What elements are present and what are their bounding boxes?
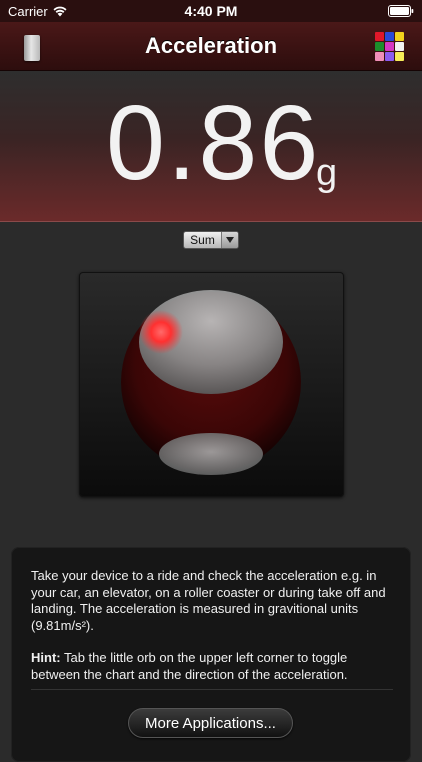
orb-bottom-highlight: [159, 433, 263, 475]
color-grid-cell: [395, 52, 404, 61]
color-grid-cell: [385, 42, 394, 51]
hint-text: Hint: Tab the little orb on the upper le…: [31, 650, 397, 683]
color-grid-cell: [385, 52, 394, 61]
status-left: Carrier: [8, 4, 67, 19]
triangle-down-icon: [221, 232, 238, 248]
more-applications-button[interactable]: More Applications...: [128, 708, 293, 738]
color-grid-cell: [375, 42, 384, 51]
color-grid-icon[interactable]: [375, 32, 405, 62]
mode-select[interactable]: Sum: [183, 231, 239, 249]
hint-label: Hint:: [31, 650, 61, 665]
mode-select-label: Sum: [190, 233, 215, 247]
info-divider: [31, 689, 393, 690]
color-grid-cell: [395, 32, 404, 41]
orb-indicator-dot: [139, 310, 183, 354]
battery-icon: [388, 5, 414, 17]
page-title: Acceleration: [144, 33, 278, 58]
orb-panel[interactable]: [79, 272, 344, 497]
orb-graphic: [121, 290, 301, 475]
acceleration-unit: g: [316, 152, 338, 194]
acceleration-value: 0.86: [106, 84, 321, 202]
color-grid-cell: [375, 52, 384, 61]
status-bar: Carrier 4:40 PM: [0, 0, 422, 22]
nav-bar: Acceleration: [0, 22, 422, 71]
carrier-label: Carrier: [8, 3, 48, 19]
wifi-icon: [53, 6, 67, 16]
color-grid-cell: [385, 32, 394, 41]
value-panel: 0.86 g: [0, 71, 422, 222]
color-grid-cell: [395, 42, 404, 51]
info-text: Take your device to a ride and check the…: [31, 568, 386, 633]
info-card: Take your device to a ride and check the…: [11, 547, 411, 762]
color-grid-cell: [375, 32, 384, 41]
hint-body: Tab the little orb on the upper left cor…: [31, 650, 348, 682]
